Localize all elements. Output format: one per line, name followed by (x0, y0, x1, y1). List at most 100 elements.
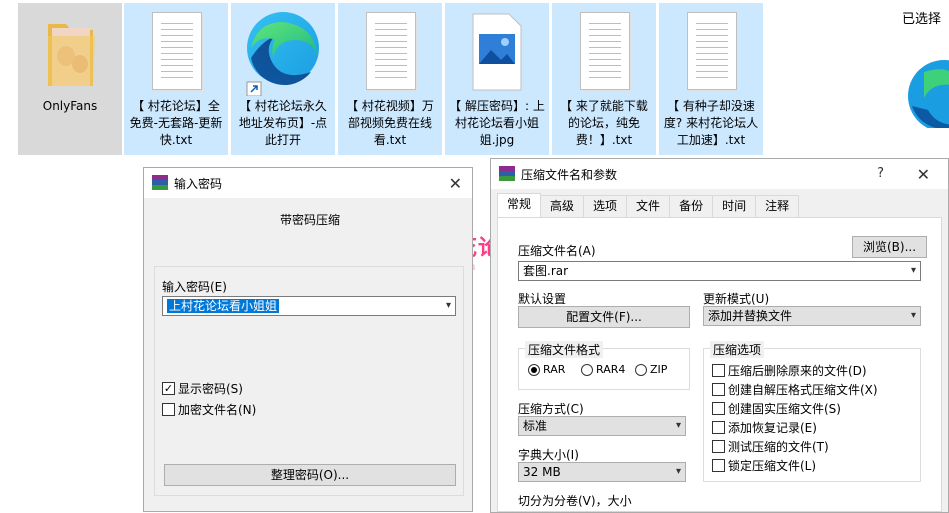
checkbox-unchecked[interactable] (712, 383, 725, 396)
option-sfx[interactable]: 创建自解压格式压缩文件(X) (712, 381, 878, 398)
folder-icon (38, 12, 102, 92)
tab-advanced[interactable]: 高级 (540, 195, 585, 217)
selected-count-label: 已选择 (902, 12, 942, 27)
option-lock[interactable]: 锁定压缩文件(L) (712, 457, 816, 474)
chevron-down-icon[interactable]: ▾ (911, 308, 916, 324)
option-test[interactable]: 测试压缩的文件(T) (712, 438, 829, 455)
help-icon[interactable]: ? (877, 166, 884, 181)
file-item-txt[interactable]: 【 村花论坛】全免费-无套路-更新快.txt (124, 3, 228, 155)
profile-button[interactable]: 配置文件(F)... (518, 306, 690, 328)
password-input[interactable]: 上村花论坛看小姐姐 ▾ (162, 296, 456, 316)
file-name: 【 村花视频】万部视频免费在线看.txt (346, 99, 434, 147)
checkbox-unchecked[interactable] (712, 402, 725, 415)
checkbox-unchecked[interactable] (162, 403, 175, 416)
checkbox-label: 显示密码(S) (178, 382, 243, 396)
file-name: 【 来了就能下载的论坛，纯免费！】.txt (560, 99, 648, 147)
update-mode-label: 更新模式(U) (703, 292, 770, 306)
close-icon[interactable]: ✕ (917, 165, 930, 184)
checkbox-label: 锁定压缩文件(L) (728, 459, 817, 473)
archive-dialog-titlebar[interactable]: 压缩文件名和参数 ? ✕ (491, 159, 948, 189)
password-label: 输入密码(E) (162, 280, 227, 294)
dialog-title: 输入密码 (174, 176, 223, 191)
dialog-heading: 带密码压缩 (280, 213, 341, 227)
archive-dialog: 压缩文件名和参数 ? ✕ 常规 高级 选项 文件 备份 时间 注释 压缩文件名(… (490, 158, 949, 513)
chevron-down-icon[interactable]: ▾ (676, 464, 681, 480)
tab-files[interactable]: 文件 (626, 195, 671, 217)
file-item-onlyfans[interactable]: OnlyFans (18, 3, 122, 155)
option-delete-after[interactable]: 压缩后删除原来的文件(D) (712, 362, 867, 379)
chevron-down-icon[interactable]: ▾ (676, 418, 681, 434)
winrar-icon (499, 166, 515, 182)
file-item-shortcut[interactable]: 【 村花论坛永久地址发布页】-点此打开 (231, 3, 335, 155)
close-icon[interactable]: ✕ (449, 174, 462, 193)
file-name: OnlyFans (42, 99, 98, 113)
image-file-icon (465, 12, 529, 92)
tab-backup[interactable]: 备份 (669, 195, 714, 217)
checkbox-label: 创建自解压格式压缩文件(X) (728, 383, 878, 397)
radio-label: RAR (543, 363, 566, 376)
text-file-icon (572, 12, 636, 92)
radio-selected[interactable] (528, 363, 540, 376)
format-zip-radio[interactable]: ZIP (635, 363, 667, 376)
tab-options[interactable]: 选项 (583, 195, 628, 217)
winrar-icon (152, 175, 168, 191)
update-mode-select[interactable]: 添加并替换文件 ▾ (703, 306, 921, 326)
format-rar-radio[interactable]: RAR (528, 363, 565, 376)
browse-button[interactable]: 浏览(B)... (852, 236, 927, 258)
method-value: 标准 (523, 419, 548, 433)
radio-unselected[interactable] (581, 363, 593, 376)
file-name: 【 村花论坛永久地址发布页】-点此打开 (238, 99, 328, 147)
options-group-title: 压缩选项 (710, 341, 765, 358)
default-settings-label: 默认设置 (518, 292, 567, 306)
file-item-txt[interactable]: 【 有种子却没速度? 来村花论坛人工加速】.txt (659, 3, 763, 155)
text-file-icon (679, 12, 743, 92)
edge-shortcut-icon (246, 12, 319, 96)
checkbox-label: 添加恢复记录(E) (728, 421, 817, 435)
password-value: 上村花论坛看小姐姐 (167, 299, 280, 313)
radio-label: RAR4 (596, 363, 626, 376)
option-solid[interactable]: 创建固实压缩文件(S) (712, 400, 841, 417)
tab-strip: 常规 高级 选项 文件 备份 时间 注释 (497, 193, 800, 217)
archive-name-input[interactable]: 套图.rar ▾ (518, 261, 921, 281)
file-item-jpg[interactable]: 【 解压密码】: 上村花论坛看小姐姐.jpg (445, 3, 549, 155)
checkbox-unchecked[interactable] (712, 364, 725, 377)
file-item-txt[interactable]: 【 来了就能下载的论坛，纯免费！】.txt (552, 3, 656, 155)
archive-name-label: 压缩文件名(A) (518, 244, 596, 258)
method-select[interactable]: 标准 ▾ (518, 416, 686, 436)
option-recovery[interactable]: 添加恢复记录(E) (712, 419, 817, 436)
file-name: 【 解压密码】: 上村花论坛看小姐姐.jpg (449, 99, 545, 147)
checkbox-unchecked[interactable] (712, 459, 725, 472)
format-group-title: 压缩文件格式 (525, 341, 604, 358)
radio-label: ZIP (650, 363, 668, 376)
checkbox-checked[interactable]: ✓ (162, 382, 175, 395)
tab-general[interactable]: 常规 (497, 193, 542, 217)
dialog-title: 压缩文件名和参数 (521, 167, 618, 182)
tab-time[interactable]: 时间 (712, 195, 757, 217)
text-file-icon (144, 12, 208, 92)
chevron-down-icon[interactable]: ▾ (446, 298, 451, 314)
organize-passwords-button[interactable]: 整理密码(O)... (164, 464, 456, 486)
dict-size-value: 32 MB (523, 465, 561, 479)
general-tab-panel: 压缩文件名(A) 浏览(B)... 套图.rar ▾ 默认设置 配置文件(F).… (497, 217, 942, 512)
password-dialog-titlebar[interactable]: 输入密码 ✕ (144, 168, 472, 198)
show-password-checkbox[interactable]: ✓ 显示密码(S) (162, 380, 243, 397)
dict-size-label: 字典大小(I) (518, 448, 579, 462)
archive-name-value: 套图.rar (523, 264, 569, 278)
format-rar4-radio[interactable]: RAR4 (581, 363, 625, 376)
split-volumes-label: 切分为分卷(V)，大小 (518, 494, 632, 508)
chevron-down-icon[interactable]: ▾ (911, 263, 916, 279)
file-name: 【 有种子却没速度? 来村花论坛人工加速】.txt (663, 99, 759, 147)
file-name: 【 村花论坛】全免费-无套路-更新快.txt (129, 99, 223, 147)
dict-size-select[interactable]: 32 MB ▾ (518, 462, 686, 482)
file-item-txt[interactable]: 【 村花视频】万部视频免费在线看.txt (338, 3, 442, 155)
checkbox-unchecked[interactable] (712, 440, 725, 453)
radio-unselected[interactable] (635, 363, 647, 376)
update-mode-value: 添加并替换文件 (708, 309, 793, 323)
checkbox-label: 测试压缩的文件(T) (728, 440, 829, 454)
checkbox-label: 加密文件名(N) (178, 403, 257, 417)
checkbox-label: 创建固实压缩文件(S) (728, 402, 841, 416)
checkbox-unchecked[interactable] (712, 421, 725, 434)
text-file-icon (358, 12, 422, 92)
encrypt-filenames-checkbox[interactable]: 加密文件名(N) (162, 401, 256, 418)
tab-comment[interactable]: 注释 (755, 195, 800, 217)
